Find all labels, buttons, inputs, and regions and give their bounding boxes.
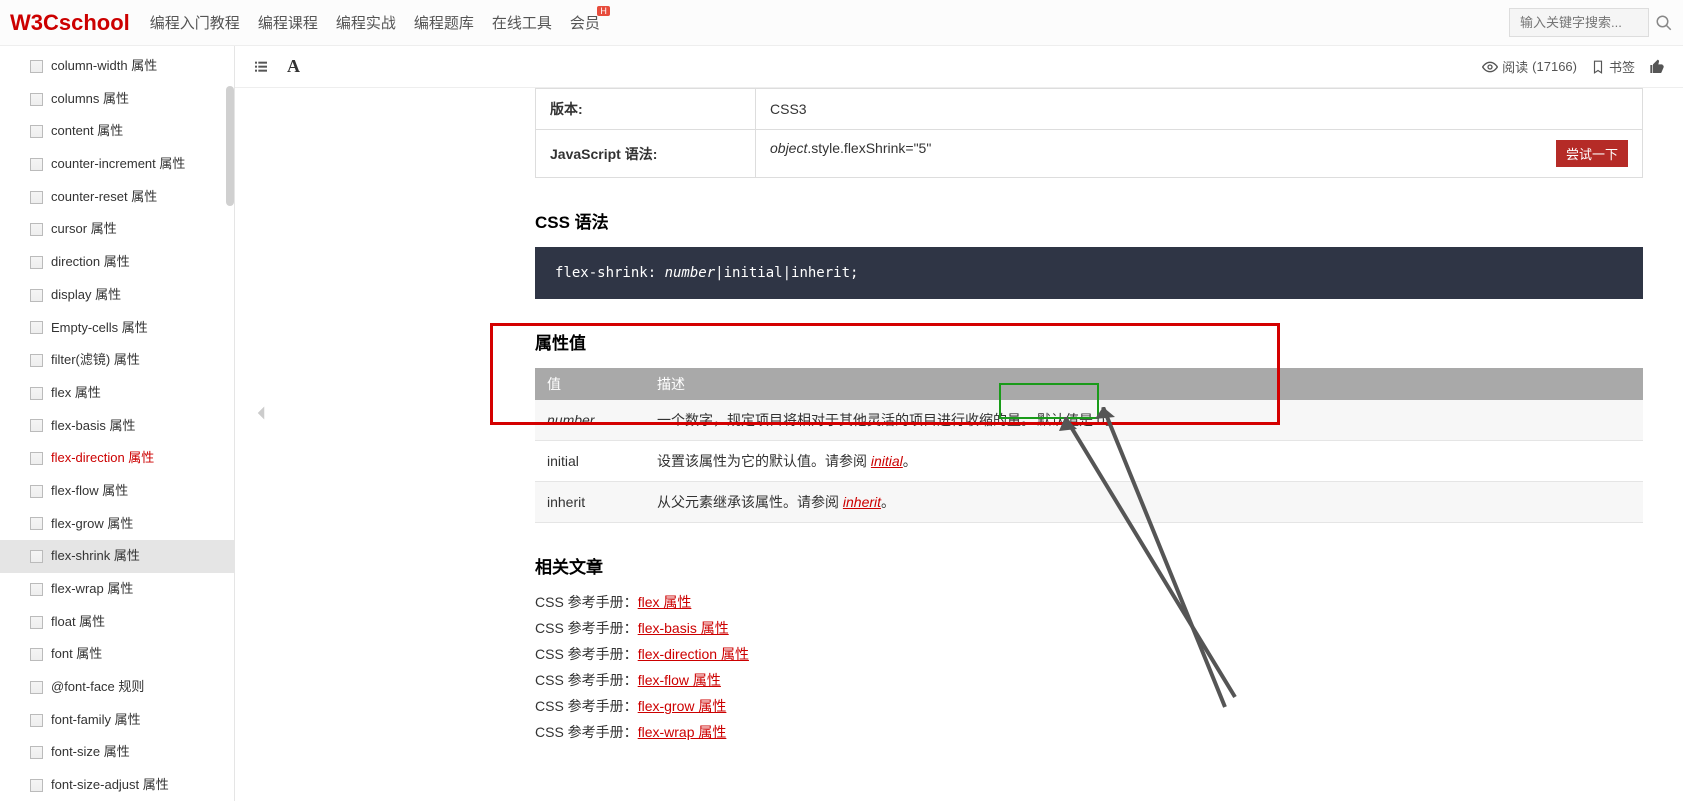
nav-item-courses[interactable]: 编程课程 [258,12,318,33]
related-link[interactable]: flex-basis 属性 [638,620,729,636]
font-size-icon[interactable]: A [287,56,300,77]
sidebar-item[interactable]: counter-reset 属性 [0,181,234,214]
related-item: CSS 参考手册：flex 属性 [535,592,1643,612]
nav-item-practice[interactable]: 编程实战 [336,12,396,33]
sidebar-item[interactable]: display 属性 [0,279,234,312]
bookmark-icon [1591,60,1605,74]
sidebar-item[interactable]: font-size-adjust 属性 [0,769,234,801]
nav-item-problems[interactable]: 编程题库 [414,12,474,33]
search-wrap [1509,8,1673,37]
heading-related: 相关文章 [535,553,1643,578]
thumbs-up-icon[interactable] [1649,59,1665,75]
label-version: 版本: [536,89,756,130]
nav-item-tutorial[interactable]: 编程入门教程 [150,12,240,33]
heading-syntax: CSS 语法 [535,208,1643,233]
related-link[interactable]: flex 属性 [638,594,692,610]
heading-values: 属性值 [535,329,1643,354]
eye-icon [1482,59,1498,75]
sidebar-item[interactable]: direction 属性 [0,246,234,279]
related-item: CSS 参考手册：flex-flow 属性 [535,670,1643,690]
main: column-width 属性columns 属性content 属性count… [0,46,1683,801]
link-inherit[interactable]: inherit [843,494,881,510]
try-button[interactable]: 尝试一下 [1556,140,1628,167]
sidebar-item[interactable]: font 属性 [0,638,234,671]
table-row: number一个数字，规定项目将相对于其他灵活的项目进行收缩的量。默认值是 0。 [535,400,1643,441]
related-list: CSS 参考手册：flex 属性 CSS 参考手册：flex-basis 属性 CS… [535,592,1643,742]
content-toolbar: A 阅读(17166) 书签 [235,46,1683,88]
sidebar-item[interactable]: Empty-cells 属性 [0,312,234,345]
sidebar-item[interactable]: column-width 属性 [0,50,234,83]
table-row: inherit从父元素继承该属性。请参阅 inherit。 [535,482,1643,523]
sidebar-item[interactable]: flex-direction 属性 [0,442,234,475]
sidebar-item[interactable]: flex 属性 [0,377,234,410]
code-block: flex-shrink: number|initial|inherit; [535,247,1643,299]
nav-item-tools[interactable]: 在线工具 [492,12,552,33]
value-js: object.style.flexShrink="5"尝试一下 [756,130,1643,178]
collapse-sidebar-icon[interactable] [248,400,282,434]
label-js: JavaScript 语法: [536,130,756,178]
values-table: 值描述 number一个数字，规定项目将相对于其他灵活的项目进行收缩的量。默认值… [535,368,1643,523]
related-item: CSS 参考手册：flex-basis 属性 [535,618,1643,638]
header: W3Cschool 编程入门教程 编程课程 编程实战 编程题库 在线工具 会员H [0,0,1683,46]
sidebar-item[interactable]: flex-basis 属性 [0,410,234,443]
related-link[interactable]: flex-direction 属性 [638,646,749,662]
related-link[interactable]: flex-flow 属性 [638,672,721,688]
nav-item-vip[interactable]: 会员H [570,12,600,33]
related-item: CSS 参考手册：flex-grow 属性 [535,696,1643,716]
property-table: 版本:CSS3 JavaScript 语法:object.style.flexS… [535,88,1643,178]
scrollbar-thumb[interactable] [226,86,234,206]
related-item: CSS 参考手册：flex-wrap 属性 [535,722,1643,742]
sidebar-item[interactable]: float 属性 [0,606,234,639]
table-row: initial设置该属性为它的默认值。请参阅 initial。 [535,441,1643,482]
main-nav: 编程入门教程 编程课程 编程实战 编程题库 在线工具 会员H [150,12,600,33]
related-item: CSS 参考手册：flex-direction 属性 [535,644,1643,664]
sidebar-item[interactable]: flex-wrap 属性 [0,573,234,606]
sidebar-item[interactable]: font-size 属性 [0,736,234,769]
th-desc: 描述 [645,368,1643,400]
sidebar-item[interactable]: columns 属性 [0,83,234,116]
sidebar-item[interactable]: flex-grow 属性 [0,508,234,541]
sidebar-item[interactable]: font-family 属性 [0,704,234,737]
sidebar-item[interactable]: @font-face 规则 [0,671,234,704]
search-icon[interactable] [1655,14,1673,32]
bookmark-button[interactable]: 书签 [1591,57,1635,76]
link-initial[interactable]: initial [871,453,903,469]
sidebar-item[interactable]: cursor 属性 [0,213,234,246]
content: A 阅读(17166) 书签 版本:CSS3 JavaScript 语法:obj… [235,46,1683,801]
related-link[interactable]: flex-grow 属性 [638,698,727,714]
sidebar-item[interactable]: counter-increment 属性 [0,148,234,181]
logo[interactable]: W3Cschool [10,10,130,36]
related-link[interactable]: flex-wrap 属性 [638,724,727,740]
toc-icon[interactable] [253,59,269,75]
sidebar-item[interactable]: content 属性 [0,115,234,148]
sidebar-item[interactable]: filter(滤镜) 属性 [0,344,234,377]
reads-count: 阅读(17166) [1482,57,1577,76]
th-value: 值 [535,368,645,400]
value-version: CSS3 [756,89,1643,130]
search-input[interactable] [1509,8,1649,37]
sidebar: column-width 属性columns 属性content 属性count… [0,46,235,801]
article: 版本:CSS3 JavaScript 语法:object.style.flexS… [235,88,1683,801]
sidebar-item[interactable]: flex-flow 属性 [0,475,234,508]
sidebar-item[interactable]: flex-shrink 属性 [0,540,234,573]
